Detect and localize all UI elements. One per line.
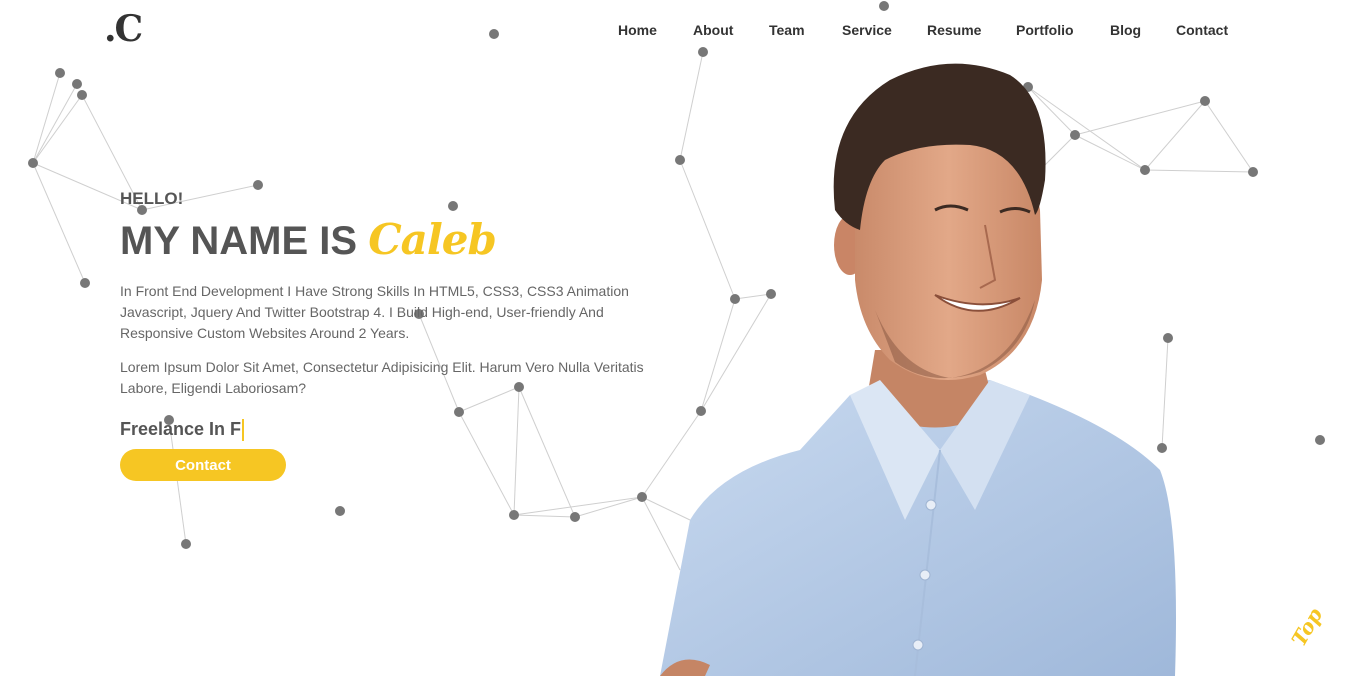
hero-name: Caleb (368, 215, 497, 264)
nav-item-team[interactable]: Team (769, 22, 805, 38)
nav-item-service[interactable]: Service (842, 22, 892, 38)
headline-prefix: MY NAME IS (120, 219, 358, 263)
person-portrait-image (660, 63, 1176, 676)
typed-text: Freelance In F (120, 419, 242, 439)
nav-item-portfolio[interactable]: Portfolio (1016, 22, 1074, 38)
typed-text-line: Freelance In F (120, 417, 680, 442)
back-to-top-button[interactable]: Top (1285, 603, 1328, 653)
nav-item-blog[interactable]: Blog (1110, 22, 1141, 38)
hero-section: HELLO! MY NAME IS Caleb In Front End Dev… (120, 188, 680, 481)
nav-item-about[interactable]: About (693, 22, 733, 38)
nav-item-resume[interactable]: Resume (927, 22, 981, 38)
contact-button[interactable]: Contact (120, 449, 286, 481)
back-to-top-label: Top (1286, 603, 1328, 651)
typing-cursor (242, 419, 245, 442)
hero-greeting: HELLO! (120, 189, 184, 208)
main-navigation: Home About Team Service Resume Portfolio… (0, 22, 1349, 42)
hero-paragraph-lorem: Lorem Ipsum Dolor Sit Amet, Consectetur … (120, 359, 644, 396)
nav-item-home[interactable]: Home (618, 22, 657, 38)
hero-headline: MY NAME IS Caleb (120, 216, 680, 265)
nav-item-contact[interactable]: Contact (1176, 22, 1228, 38)
hero-paragraph-skills: In Front End Development I Have Strong S… (120, 283, 629, 341)
